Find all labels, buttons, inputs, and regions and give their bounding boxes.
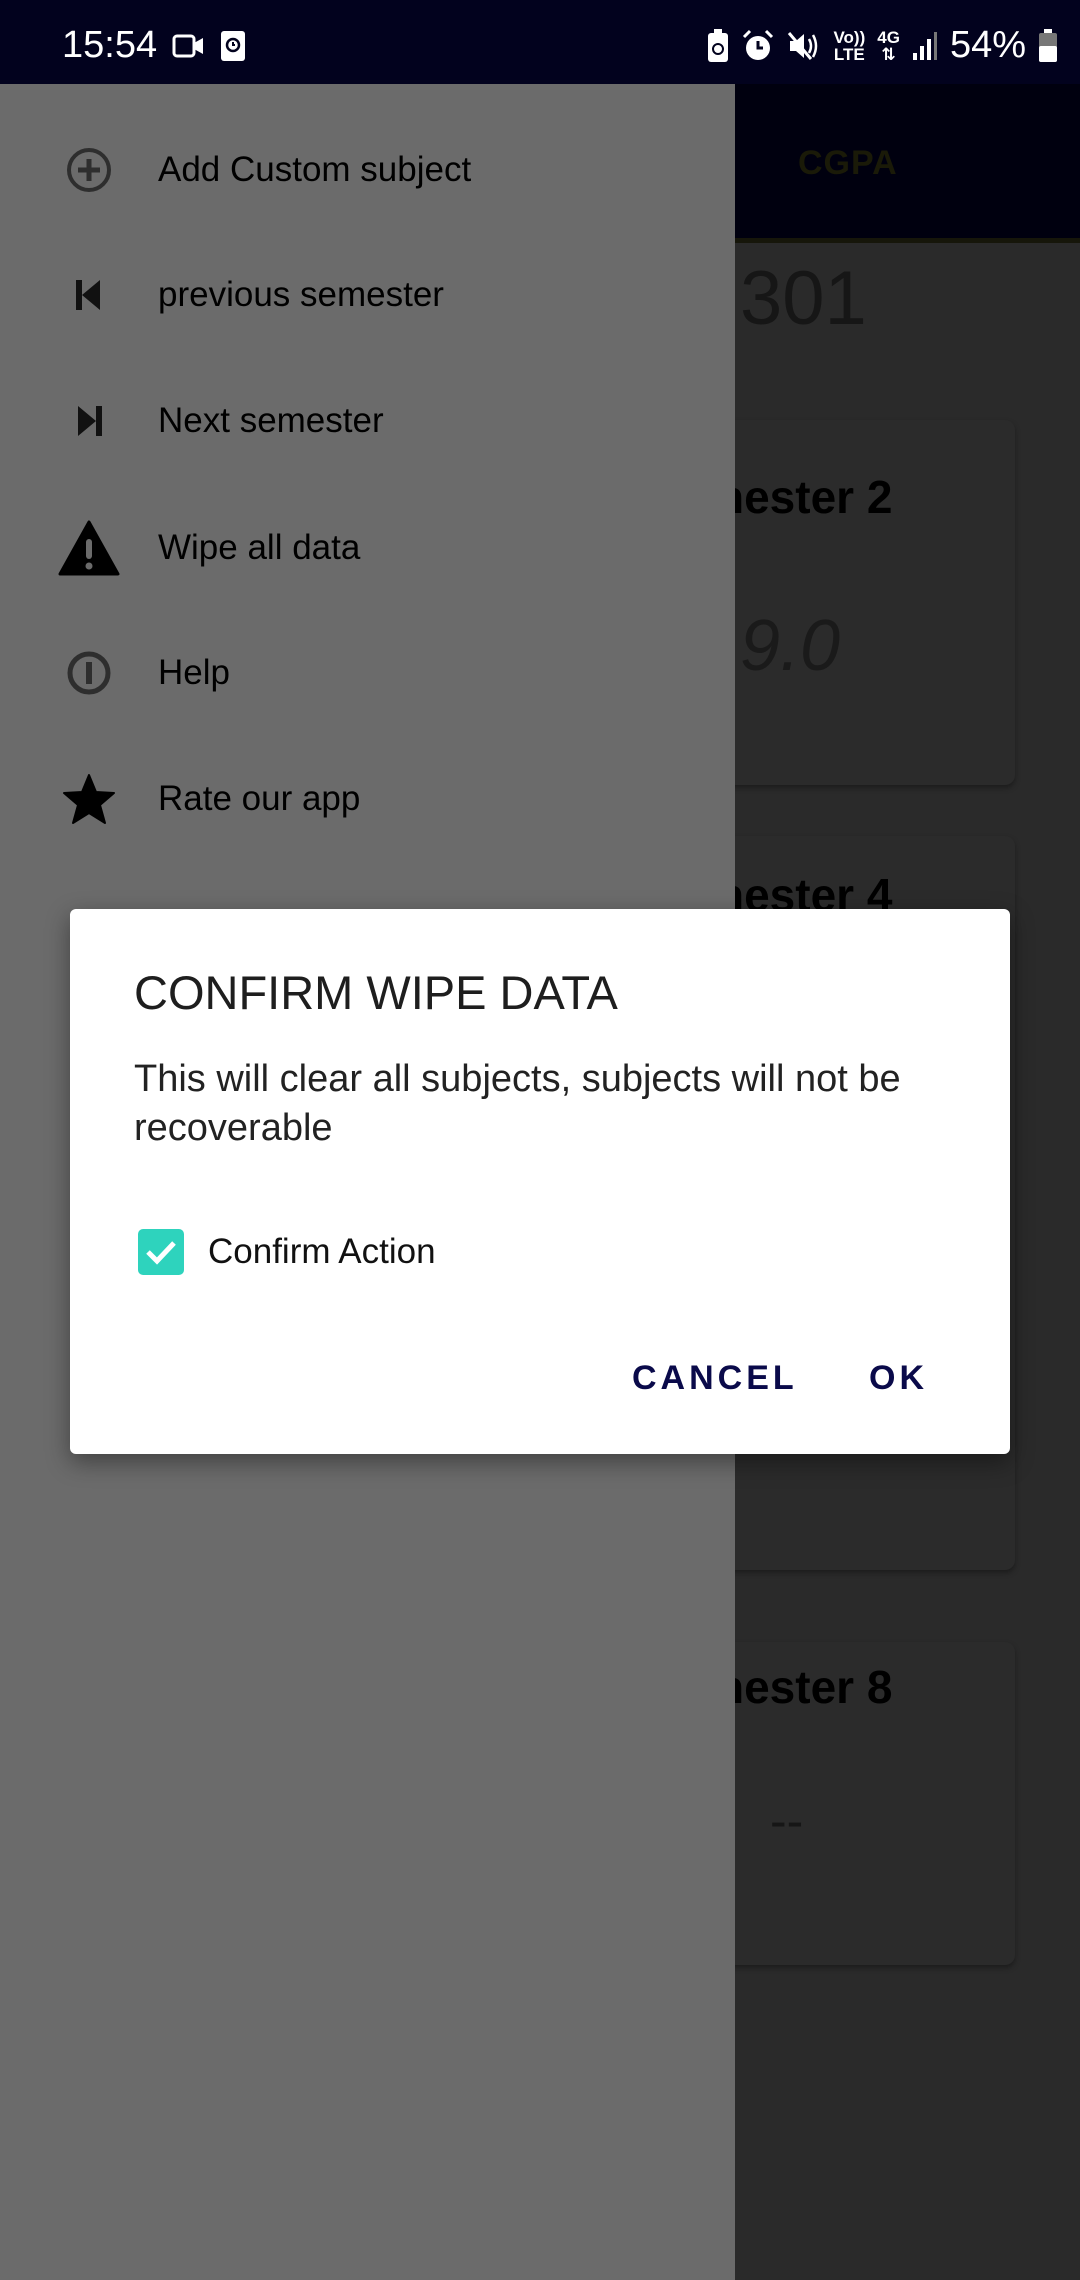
volte-icon: Vo)) LTE — [833, 27, 866, 64]
menu-item-wipe-all-data[interactable]: Wipe all data — [0, 493, 735, 603]
ok-button[interactable]: OK — [869, 1359, 928, 1398]
confirm-wipe-dialog: CONFIRM WIPE DATA This will clear all su… — [70, 909, 1010, 1454]
battery-icon — [1039, 28, 1057, 62]
menu-item-add-custom-subject[interactable]: Add Custom subject — [0, 115, 735, 225]
menu-item-help[interactable]: Help — [0, 618, 735, 728]
warning-icon — [58, 517, 120, 579]
card-value: -- — [770, 1793, 804, 1849]
video-camera-icon — [172, 34, 203, 58]
status-bar: 15:54 Vo)) LTE 4G ⇅ 54% — [0, 0, 1080, 84]
menu-label: Wipe all data — [158, 528, 361, 567]
mute-icon — [788, 31, 818, 60]
add-circle-icon — [58, 139, 120, 201]
screen-record-icon — [221, 31, 245, 61]
skip-previous-icon — [58, 264, 120, 326]
menu-item-rate-our-app[interactable]: Rate our app — [0, 744, 735, 854]
menu-label: previous semester — [158, 275, 444, 314]
cancel-button[interactable]: CANCEL — [632, 1359, 798, 1398]
card-value: 9.0 — [740, 606, 841, 686]
tab-cgpa[interactable]: CGPA — [798, 144, 898, 183]
info-icon — [58, 642, 120, 704]
confirm-action-checkbox[interactable] — [138, 1229, 184, 1275]
signal-icon — [912, 31, 937, 60]
card-title: nester 2 — [716, 471, 893, 523]
confirm-action-label: Confirm Action — [208, 1232, 436, 1271]
confirm-action-row[interactable]: Confirm Action — [138, 1229, 436, 1275]
menu-item-next-semester[interactable]: Next semester — [0, 366, 735, 476]
total-number: 301 — [740, 256, 867, 341]
skip-next-icon — [58, 390, 120, 452]
alarm-icon — [743, 29, 774, 60]
checkmark-icon — [146, 1241, 176, 1265]
battery-saver-icon — [708, 28, 729, 62]
dialog-title: CONFIRM WIPE DATA — [134, 966, 618, 1019]
menu-item-previous-semester[interactable]: previous semester — [0, 240, 735, 350]
4g-data-icon: 4G ⇅ — [877, 27, 900, 64]
menu-label: Add Custom subject — [158, 150, 472, 189]
network-type: 4G — [877, 27, 900, 47]
status-time: 15:54 — [62, 24, 158, 66]
star-icon — [58, 768, 120, 830]
battery-percent: 54% — [949, 24, 1026, 66]
dialog-message: This will clear all subjects, subjects w… — [134, 1058, 901, 1149]
menu-label: Help — [158, 653, 230, 692]
card-title: nester 8 — [716, 1661, 893, 1713]
menu-label: Next semester — [158, 401, 384, 440]
menu-label: Rate our app — [158, 779, 361, 818]
